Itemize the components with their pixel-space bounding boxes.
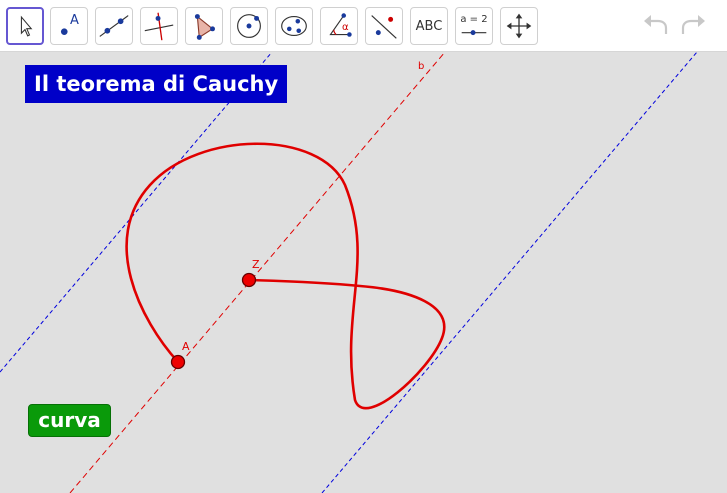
- undo-button[interactable]: [641, 12, 671, 40]
- angle-tool-label: α: [342, 22, 349, 33]
- line-b[interactable]: [69, 52, 446, 493]
- reflect-tool-button[interactable]: [365, 7, 403, 45]
- circle-center-point-icon: [237, 14, 261, 38]
- line-b-label: b: [418, 61, 424, 72]
- redo-icon: [681, 15, 705, 34]
- move-tool-button[interactable]: [6, 7, 44, 45]
- point-tool-button[interactable]: A: [50, 7, 88, 45]
- angle-tool-button[interactable]: α: [320, 7, 358, 45]
- slider-tool-label: a = 2: [460, 14, 488, 25]
- perpendicular-tool-button[interactable]: [140, 7, 178, 45]
- curva-button[interactable]: curva: [28, 404, 111, 437]
- curve[interactable]: [125, 142, 446, 410]
- conic-ellipse-icon: [281, 15, 307, 37]
- point-a-label: A: [182, 340, 190, 353]
- reflect-line-icon: [371, 15, 397, 39]
- slider-tool-button[interactable]: a = 2: [455, 7, 493, 45]
- polygon-tool-button[interactable]: [185, 7, 223, 45]
- point-icon: [60, 28, 68, 35]
- line-icon: [99, 15, 129, 37]
- redo-button[interactable]: [678, 12, 708, 40]
- angle-icon: [329, 13, 352, 37]
- move-graphics-tool-button[interactable]: [500, 7, 538, 45]
- page-title: Il teorema di Cauchy: [25, 65, 288, 103]
- point-z[interactable]: [241, 272, 257, 288]
- text-tool-button[interactable]: ABC: [410, 7, 448, 45]
- point-a[interactable]: [170, 354, 186, 370]
- point-tool-label: A: [70, 13, 79, 28]
- cursor-arrow-icon: [20, 15, 33, 37]
- conic-tool-button[interactable]: [275, 7, 313, 45]
- move-graphics-icon: [506, 13, 532, 39]
- perpendicular-line-icon: [144, 12, 174, 41]
- toolbar: A α ABC a = 2: [0, 0, 727, 52]
- line-tool-button[interactable]: [95, 7, 133, 45]
- polygon-icon: [194, 14, 215, 40]
- circle-tool-button[interactable]: [230, 7, 268, 45]
- point-z-label: Z: [252, 258, 260, 271]
- undo-icon: [644, 15, 668, 34]
- tangent-line-right[interactable]: [321, 52, 698, 493]
- text-icon: ABC: [415, 18, 443, 34]
